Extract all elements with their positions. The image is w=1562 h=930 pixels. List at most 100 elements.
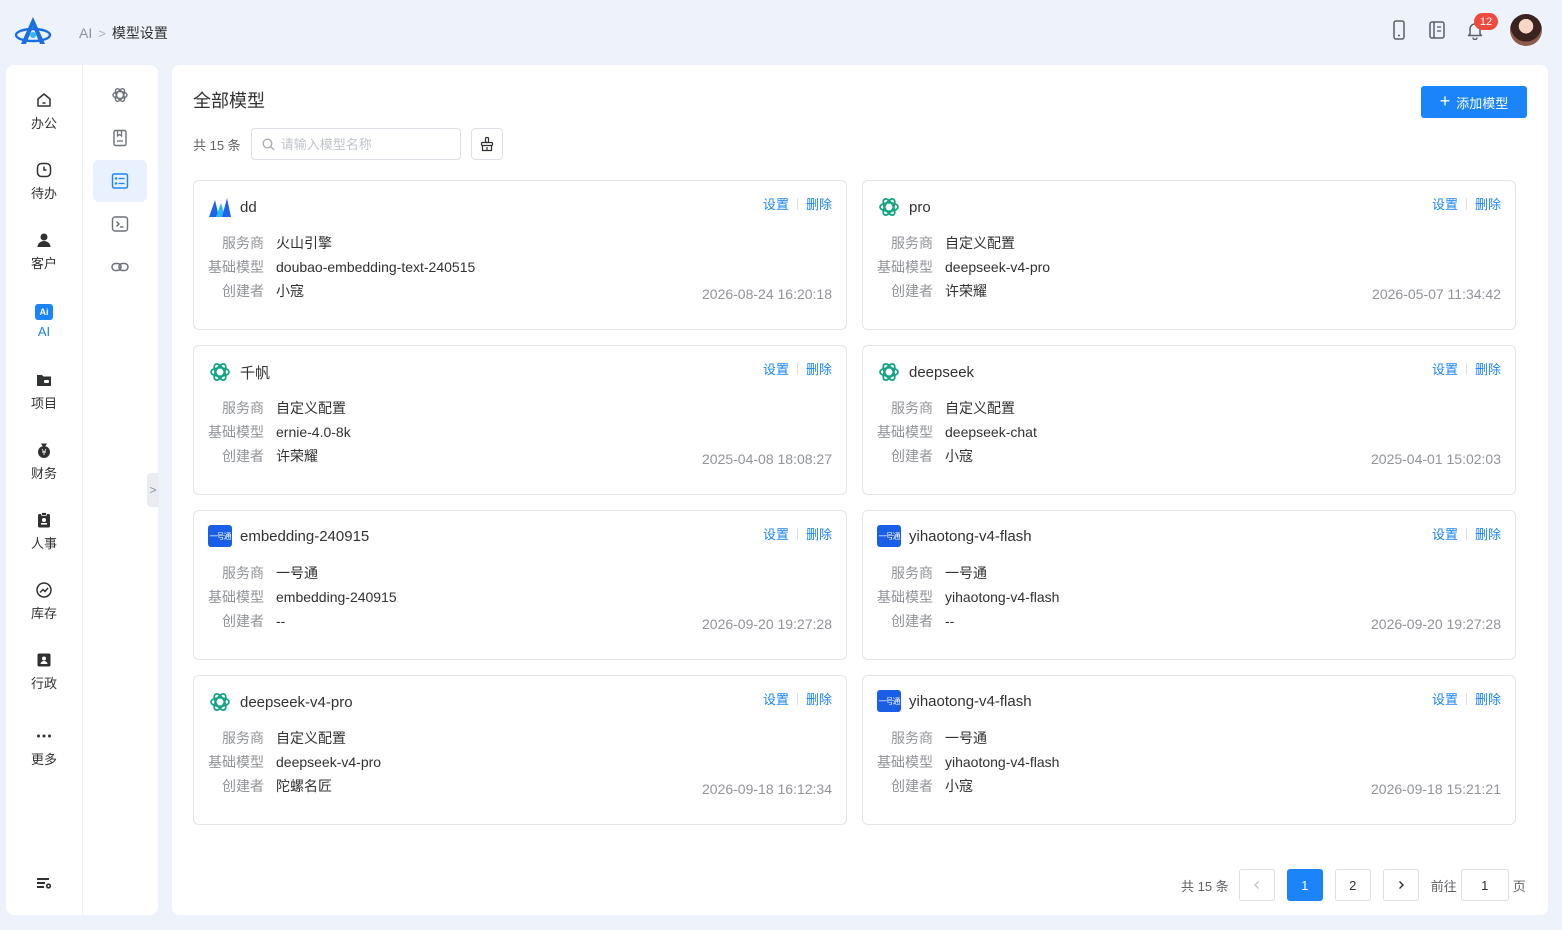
card-header: 一号通 yihaotong-v4-flash [877, 525, 1032, 547]
nav-label: 库存 [30, 605, 57, 621]
model-icon-wrap [208, 360, 232, 384]
mobile-icon[interactable] [1388, 19, 1410, 41]
divider [1465, 527, 1467, 540]
search-icon [262, 138, 275, 150]
chevron-right-icon: > [149, 483, 157, 497]
terminal-icon [111, 216, 129, 232]
settings-list-button[interactable] [6, 855, 82, 911]
app-logo[interactable] [14, 14, 52, 50]
nav-item-more[interactable]: 更多 [6, 719, 82, 775]
filter-bar: 共 15 条 [193, 128, 503, 160]
total-count: 共 15 条 [193, 137, 241, 153]
model-card[interactable]: 一号通 yihaotong-v4-flash 设置 删除 服务商 一号通 基础模型 yihao… [862, 510, 1516, 660]
goto-page-input[interactable] [1460, 869, 1509, 901]
settings-link[interactable]: 设置 [763, 194, 789, 213]
nav-item-project[interactable]: 项目 [6, 363, 82, 419]
page-1-button[interactable]: 1 [1286, 869, 1323, 901]
card-header: deepseek [877, 360, 974, 384]
provider-value: 一号通 [276, 565, 318, 581]
base-model-value: deepseek-v4-pro [945, 259, 1051, 275]
avatar[interactable] [1510, 14, 1542, 46]
card-details: 服务商 自定义配置 基础模型 deepseek-v4-pro 创建者 许荣耀 [877, 231, 1050, 303]
nav-label: AI [37, 323, 51, 339]
subnav-terminal[interactable] [93, 203, 147, 245]
subnav-link[interactable] [93, 246, 147, 288]
provider-label: 服务商 [891, 400, 933, 416]
nav-item-admin[interactable]: 行政 [6, 643, 82, 699]
volcano-icon [209, 198, 231, 217]
created-time: 2025-04-01 15:02:03 [1371, 451, 1501, 467]
subnav-model-settings[interactable] [93, 160, 147, 202]
page-title: 全部模型 [193, 91, 265, 111]
delete-link[interactable]: 删除 [806, 359, 832, 378]
card-details: 服务商 自定义配置 基础模型 ernie-4.0-8k 创建者 许荣耀 [208, 396, 351, 468]
card-actions: 设置 删除 [763, 194, 832, 213]
settings-link[interactable]: 设置 [763, 359, 789, 378]
creator-value: -- [945, 613, 955, 629]
delete-link[interactable]: 删除 [1475, 524, 1501, 543]
divider [796, 527, 798, 540]
breadcrumb-root[interactable]: AI [79, 25, 92, 41]
next-page-button[interactable] [1382, 869, 1419, 901]
settings-link[interactable]: 设置 [1432, 194, 1458, 213]
nav-item-inventory[interactable]: 库存 [6, 573, 82, 629]
document-icon [113, 129, 127, 147]
model-card[interactable]: 千帆 设置 删除服务商 自定义配置 基础模型 ernie-4.0-8k 创建者 许荣耀 2025… [193, 345, 847, 495]
subnav-document[interactable] [93, 117, 147, 159]
breadcrumb-current: 模型设置 [111, 25, 168, 41]
nav-item-office[interactable]: 办公 [6, 83, 82, 139]
settings-link[interactable]: 设置 [763, 689, 789, 708]
provider-value: 火山引擎 [276, 235, 332, 251]
model-name: 千帆 [240, 364, 271, 382]
page-2-button[interactable]: 2 [1334, 869, 1371, 901]
nav-label: 客户 [30, 255, 57, 271]
creator-label: 创建者 [222, 613, 264, 629]
subnav-chat[interactable] [93, 74, 147, 116]
nav-item-customer[interactable]: 客户 [6, 223, 82, 279]
settings-link[interactable]: 设置 [1432, 524, 1458, 543]
notebook-icon[interactable] [1426, 19, 1448, 41]
sidebar-collapse-toggle[interactable]: > [147, 473, 159, 507]
delete-link[interactable]: 删除 [1475, 689, 1501, 708]
pagination-total: 共 15 条 [1181, 878, 1229, 894]
settings-link[interactable]: 设置 [763, 524, 789, 543]
more-icon [37, 734, 51, 737]
delete-link[interactable]: 删除 [806, 524, 832, 543]
model-card[interactable]: dd 设置 删除 服务商 火山引擎 基础模型 doubao-embedding-text-2… [193, 180, 847, 330]
plus-icon: + [1439, 91, 1451, 111]
model-card[interactable]: pro 设置 删除服务商 自定义配置 基础模型 deepseek-v4-pro 创建者 许荣耀… [862, 180, 1516, 330]
creator-label: 创建者 [891, 778, 933, 794]
created-time: 2025-04-08 18:08:27 [702, 451, 832, 467]
prev-page-button[interactable] [1238, 869, 1275, 901]
delete-link[interactable]: 删除 [1475, 359, 1501, 378]
model-card[interactable]: deepseek-v4-pro 设置 删除 服务商 自定义配置 基础模型 deepseek-… [193, 675, 847, 825]
delete-link[interactable]: 删除 [806, 194, 832, 213]
delete-link[interactable]: 删除 [1475, 194, 1501, 213]
model-card[interactable]: deepseek 设置 删除 服务商 自定义配置 基础模型 deepseek-chat 创建者… [862, 345, 1516, 495]
link-icon [111, 262, 129, 272]
creator-label: 创建者 [222, 778, 264, 794]
delete-link[interactable]: 删除 [806, 689, 832, 708]
creator-value: 陀螺名匠 [276, 778, 332, 794]
nav-item-hr[interactable]: 人事 [6, 503, 82, 559]
nav-label: 办公 [30, 115, 57, 131]
bell-icon[interactable]: 12 [1464, 13, 1498, 41]
settings-link[interactable]: 设置 [1432, 359, 1458, 378]
base-model-value: yihaotong-v4-flash [945, 589, 1060, 605]
user-icon [37, 233, 51, 247]
model-card[interactable]: 一号通 embedding-240915 设置 删除 服务商 一号通 基础模型 embeddi… [193, 510, 847, 660]
divider [1465, 362, 1467, 375]
search-input[interactable] [280, 136, 451, 152]
top-bar: AI > 模型设置 12 [0, 0, 1562, 64]
card-header: pro [877, 195, 931, 219]
model-card[interactable]: 一号通 yihaotong-v4-flash 设置 删除 服务商 一号通 基础模型 yihao… [862, 675, 1516, 825]
broom-icon [480, 136, 493, 152]
settings-link[interactable]: 设置 [1432, 689, 1458, 708]
nav-item-todo[interactable]: 待办 [6, 153, 82, 209]
nav-item-finance[interactable]: ¥ 财务 [6, 433, 82, 489]
search-field[interactable] [250, 128, 461, 160]
nav-item-ai[interactable]: Ai AI [6, 293, 82, 349]
add-model-button[interactable]: + 添加模型 [1421, 86, 1527, 118]
creator-value: 许荣耀 [945, 283, 987, 299]
clear-filter-button[interactable] [470, 128, 503, 160]
